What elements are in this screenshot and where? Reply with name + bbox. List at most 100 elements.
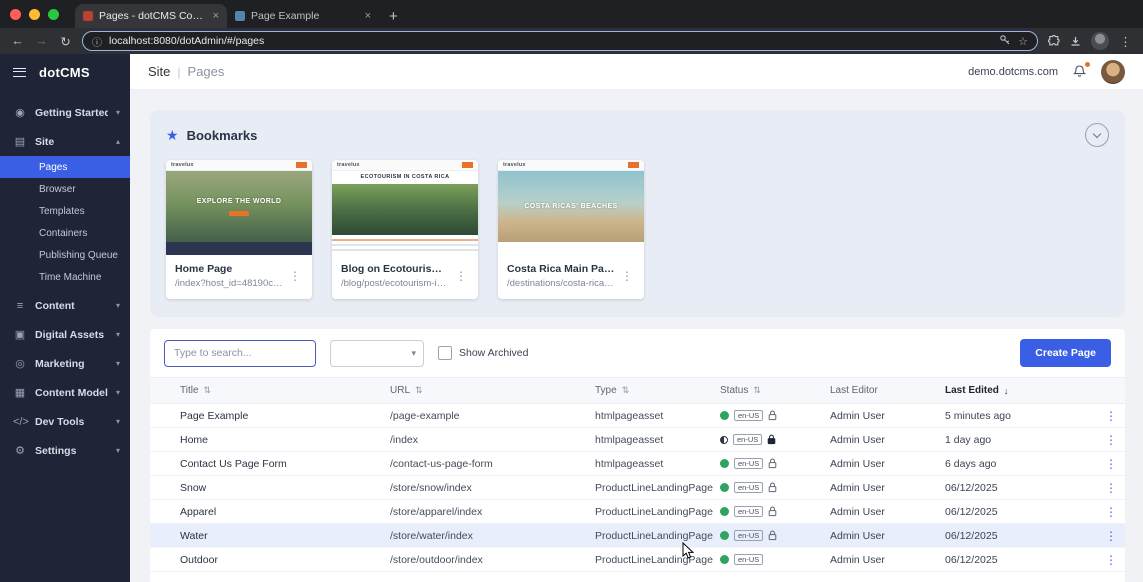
sub-item-label: Pages — [39, 162, 67, 173]
downloads-icon[interactable] — [1069, 35, 1082, 48]
nav-item-icon: ◉ — [13, 106, 27, 119]
sort-icon[interactable]: ⇅ — [753, 385, 761, 396]
cell-title[interactable]: Contact Us Page Form — [180, 458, 390, 470]
bookmark-menu-icon[interactable]: ⋮ — [453, 269, 469, 283]
cell-title[interactable]: Outdoor — [180, 554, 390, 566]
bookmark-title[interactable]: Costa Rica Main Page — [507, 263, 615, 275]
bookmark-title[interactable]: Home Page — [175, 263, 283, 275]
reload-icon[interactable]: ↻ — [58, 34, 73, 49]
cell-title[interactable]: Water — [180, 530, 390, 542]
cell-edited: 1 day ago — [945, 434, 1105, 446]
show-archived-toggle[interactable]: Show Archived — [438, 346, 528, 360]
sort-icon[interactable]: ⇅ — [204, 385, 212, 396]
bookmark-menu-icon[interactable]: ⋮ — [287, 269, 303, 283]
sidebar-item-containers[interactable]: Containers — [0, 222, 130, 244]
maximize-window-button[interactable] — [48, 9, 59, 20]
column-header-status[interactable]: Status ⇅ — [720, 385, 830, 396]
bookmark-menu-icon[interactable]: ⋮ — [619, 269, 635, 283]
cell-title[interactable]: Snow — [180, 482, 390, 494]
archived-checkbox[interactable] — [438, 346, 452, 360]
site-hostname[interactable]: demo.dotcms.com — [968, 66, 1058, 78]
column-header-title[interactable]: Title ⇅ — [180, 385, 390, 396]
tab-close-icon[interactable]: × — [213, 10, 219, 22]
sidebar-item-getting-started[interactable]: ◉ Getting Started ▾ — [0, 98, 130, 127]
browser-tab[interactable]: Pages - dotCMS Content Ma × — [75, 4, 227, 28]
row-menu-icon[interactable]: ⋮ — [1105, 433, 1117, 447]
row-menu-icon[interactable]: ⋮ — [1105, 481, 1117, 495]
row-menu-icon[interactable]: ⋮ — [1105, 529, 1117, 543]
column-header-last-editor[interactable]: Last Editor — [830, 385, 945, 396]
cell-type: htmlpageasset — [595, 434, 720, 446]
table-row[interactable]: Water /store/water/index ProductLineLand… — [150, 524, 1125, 548]
sidebar-item-content-model[interactable]: ▦ Content Model ▾ — [0, 378, 130, 407]
cell-title[interactable]: Apparel — [180, 506, 390, 518]
sort-icon[interactable]: ↓ — [1004, 386, 1009, 396]
address-bar[interactable]: ⓘ localhost:8080/dotAdmin/#/pages ☆ — [82, 31, 1038, 51]
row-menu-icon[interactable]: ⋮ — [1105, 505, 1117, 519]
sidebar-item-content[interactable]: ≡ Content ▾ — [0, 291, 130, 320]
bookmark-card[interactable]: travelux COSTA RICAS' BEACHES Costa Rica… — [498, 160, 644, 299]
create-page-button[interactable]: Create Page — [1020, 339, 1111, 367]
notifications-bell-icon[interactable] — [1072, 64, 1087, 79]
extensions-icon[interactable] — [1047, 35, 1060, 48]
new-tab-button[interactable]: + — [379, 4, 408, 28]
breadcrumb-site[interactable]: Site — [148, 64, 170, 79]
table-row[interactable]: Apparel /store/apparel/index ProductLine… — [150, 500, 1125, 524]
sort-icon[interactable]: ⇅ — [415, 385, 423, 396]
thumb-brand: travelux — [171, 162, 194, 168]
sidebar-item-dev-tools[interactable]: </> Dev Tools ▾ — [0, 407, 130, 436]
table-row[interactable]: Contact Us Page Form /contact-us-page-fo… — [150, 452, 1125, 476]
hamburger-menu-icon[interactable] — [13, 68, 26, 77]
bookmark-star-icon[interactable]: ☆ — [1018, 35, 1028, 48]
close-window-button[interactable] — [10, 9, 21, 20]
bookmark-title[interactable]: Blog on Ecotourism in Cost... — [341, 263, 449, 275]
sidebar-item-templates[interactable]: Templates — [0, 200, 130, 222]
search-input[interactable] — [164, 340, 316, 367]
bookmarks-collapse-button[interactable] — [1085, 123, 1109, 147]
type-filter-select[interactable]: ▾ — [330, 340, 424, 367]
site-info-icon[interactable]: ⓘ — [92, 34, 102, 49]
column-header-last-edited[interactable]: Last Edited ↓ — [945, 385, 1105, 396]
sidebar-item-browser[interactable]: Browser — [0, 178, 130, 200]
sidebar-item-digital-assets[interactable]: ▣ Digital Assets ▾ — [0, 320, 130, 349]
url-text[interactable]: localhost:8080/dotAdmin/#/pages — [109, 35, 992, 47]
cell-title[interactable]: Page Example — [180, 410, 390, 422]
browser-tab[interactable]: Page Example × — [227, 4, 379, 28]
column-header-type[interactable]: Type ⇅ — [595, 385, 720, 396]
sidebar-item-publishing-queue[interactable]: Publishing Queue — [0, 244, 130, 266]
sidebar-item-site[interactable]: ▤ Site ▴ — [0, 127, 130, 156]
lock-icon — [767, 434, 776, 445]
column-header-url[interactable]: URL ⇅ — [390, 385, 595, 396]
bookmark-card[interactable]: travelux ECOTOURISM IN COSTA RICA Blog o… — [332, 160, 478, 299]
cell-editor: Admin User — [830, 482, 945, 494]
back-icon[interactable]: ← — [10, 34, 25, 48]
nav-item-label: Getting Started — [35, 107, 108, 119]
row-menu-icon[interactable]: ⋮ — [1105, 409, 1117, 423]
status-dot — [720, 411, 729, 420]
table-row[interactable]: Home /index htmlpageasset en-US Admin Us… — [150, 428, 1125, 452]
sidebar-item-settings[interactable]: ⚙ Settings ▾ — [0, 436, 130, 465]
tab-close-icon[interactable]: × — [365, 10, 371, 22]
browser-menu-icon[interactable]: ⋮ — [1118, 34, 1133, 49]
notification-badge — [1085, 62, 1090, 67]
row-menu-icon[interactable]: ⋮ — [1105, 553, 1117, 567]
sidebar-item-time-machine[interactable]: Time Machine — [0, 266, 130, 288]
sidebar-item-pages[interactable]: Pages — [0, 156, 130, 178]
sub-item-label: Time Machine — [39, 272, 101, 283]
minimize-window-button[interactable] — [29, 9, 40, 20]
sidebar-top: dotCMS — [0, 54, 130, 90]
cell-title[interactable]: Home — [180, 434, 390, 446]
status-dot — [720, 483, 729, 492]
sort-icon[interactable]: ⇅ — [622, 385, 630, 396]
bookmark-card[interactable]: travelux EXPLORE THE WORLD Home Page /in… — [166, 160, 312, 299]
table-row[interactable]: Outdoor /store/outdoor/index ProductLine… — [150, 548, 1125, 572]
sidebar-item-marketing[interactable]: ◎ Marketing ▾ — [0, 349, 130, 378]
bookmark-text: Blog on Ecotourism in Cost... /blog/post… — [341, 263, 449, 289]
table-row[interactable]: Snow /store/snow/index ProductLineLandin… — [150, 476, 1125, 500]
browser-profile-avatar[interactable] — [1091, 32, 1109, 50]
table-row[interactable]: Page Example /page-example htmlpageasset… — [150, 404, 1125, 428]
user-avatar[interactable] — [1101, 60, 1125, 84]
forward-icon[interactable]: → — [34, 34, 49, 48]
row-menu-icon[interactable]: ⋮ — [1105, 457, 1117, 471]
passwords-icon[interactable] — [999, 34, 1011, 49]
